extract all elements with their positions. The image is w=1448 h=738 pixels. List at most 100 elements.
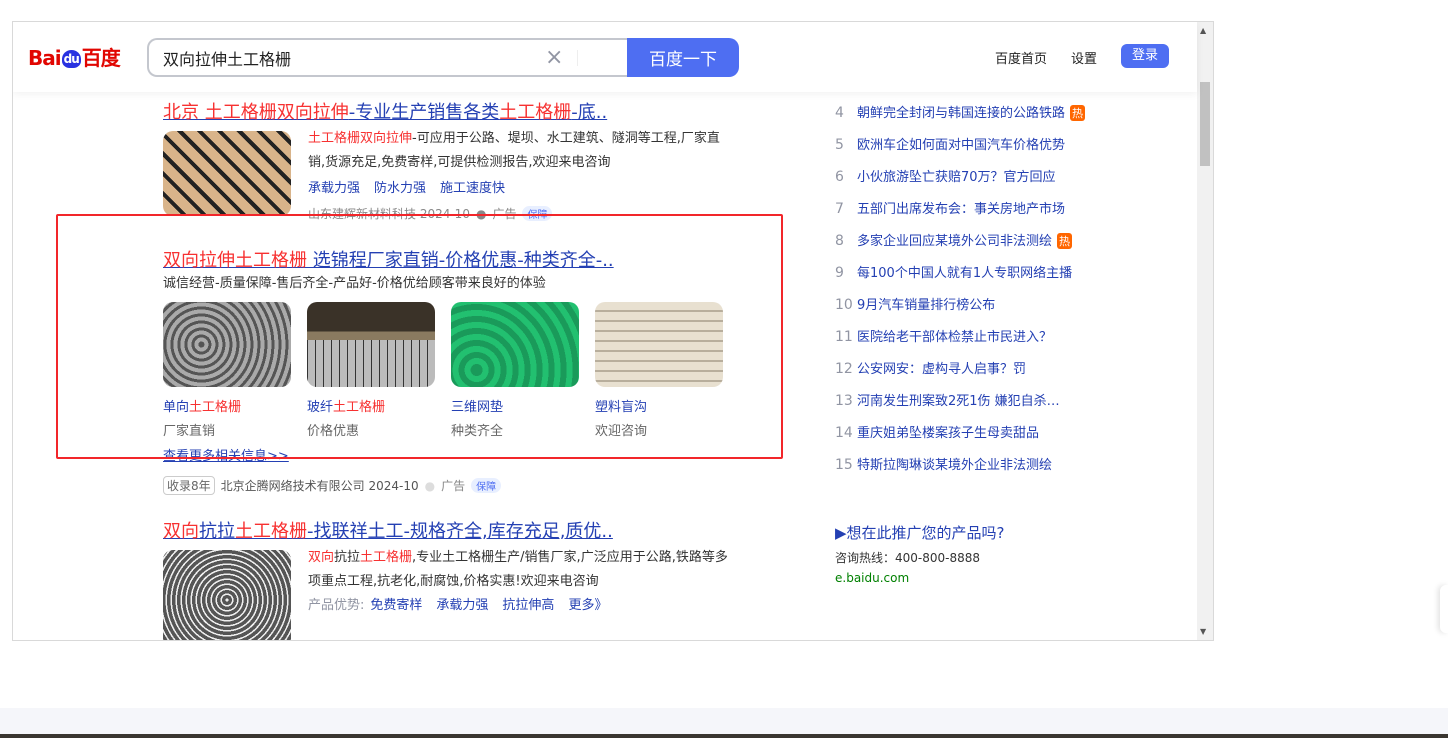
hot-item[interactable]: 5 欧洲车企如何面对中国汽车价格优势	[835, 134, 1065, 153]
product-image[interactable]	[307, 302, 435, 387]
dropdown-icon[interactable]: ●	[425, 479, 435, 493]
hot-item[interactable]: 10 9月汽车销量排行榜公布	[835, 294, 995, 313]
highlight-text: 双向	[308, 550, 335, 565]
highlight-text: 土工格栅	[235, 521, 307, 542]
rank: 5	[835, 137, 844, 153]
login-button[interactable]: 登录	[1121, 44, 1169, 68]
product-name[interactable]: 单向土工格栅	[163, 396, 291, 415]
hot-title[interactable]: 河南发生刑案致2死1伤 嫌犯自杀…	[857, 394, 1060, 409]
sub-link[interactable]: 承载力强	[436, 598, 488, 613]
result-description: 土工格栅双向拉伸-可应用于公路、堤坝、水工建筑、隧洞等工程,厂家直销,货源充足,…	[308, 127, 728, 175]
result-thumbnail[interactable]	[163, 131, 291, 216]
dropdown-icon[interactable]: ●	[476, 207, 486, 221]
floating-tab[interactable]	[1440, 585, 1448, 633]
hot-title[interactable]: 每100个中国人就有1人专职网络主播	[857, 266, 1072, 281]
scrollbar[interactable]: ▲ ▼	[1197, 22, 1213, 640]
text-segment: -底..	[571, 102, 608, 123]
search-button[interactable]: 百度一下	[627, 38, 739, 77]
more-link[interactable]: 更多》	[568, 598, 607, 613]
promo-url[interactable]: e.baidu.com	[835, 571, 1005, 585]
highlight-text: 双向	[163, 521, 199, 542]
product-image[interactable]	[451, 302, 579, 387]
hot-item[interactable]: 8 多家企业回应某境外公司非法测绘热	[835, 230, 1073, 249]
product-image[interactable]	[595, 302, 723, 387]
guarantee-badge[interactable]: 保障	[522, 206, 553, 221]
promo-title[interactable]: ▶想在此推广您的产品吗?	[835, 522, 1005, 543]
product-sub: 厂家直销	[163, 424, 216, 439]
guarantee-badge[interactable]: 保障	[471, 478, 502, 493]
clear-icon[interactable]: ×	[545, 45, 563, 70]
product-card[interactable]: 单向土工格栅厂家直销	[163, 302, 291, 439]
hot-title[interactable]: 医院给老干部体检禁止市民进入？	[857, 330, 1052, 345]
hot-item[interactable]: 13 河南发生刑案致2死1伤 嫌犯自杀…	[835, 390, 1060, 409]
result-title[interactable]: 双向抗拉土工格栅-找联祥土工-规格齐全,库存充足,质优..	[163, 517, 613, 543]
hot-title[interactable]: 五部门出席发布会：事关房地产市场	[857, 202, 1065, 217]
nav-settings-link[interactable]: 设置	[1071, 48, 1097, 67]
highlight-text: 北京 土工格栅双向拉伸	[163, 102, 349, 123]
hot-item[interactable]: 15 特斯拉陶琳谈某境外企业非法测绘	[835, 454, 1052, 473]
scrollbar-thumb[interactable]	[1200, 82, 1210, 166]
nav-home-link[interactable]: 百度首页	[995, 48, 1047, 67]
hot-title[interactable]: 朝鲜完全封闭与韩国连接的公路铁路	[857, 106, 1065, 121]
sub-link[interactable]: 防水力强	[374, 181, 426, 196]
logo-text: 百度	[81, 46, 121, 70]
hot-item[interactable]: 6 小伙旅游坠亡获赔70万？官方回应	[835, 166, 1056, 185]
highlight-text: 土工格栅	[499, 102, 572, 123]
hot-item[interactable]: 12 公安网安：虚构寻人启事？罚	[835, 358, 1026, 377]
result-links: 产品优势: 免费寄样 承载力强 抗拉伸高 更多》	[308, 594, 728, 613]
text-segment: 三维网垫	[451, 400, 504, 415]
links-label: 产品优势:	[308, 598, 365, 613]
product-sub: 欢迎咨询	[595, 424, 648, 439]
product-name[interactable]: 三维网垫	[451, 396, 579, 415]
result-body: 双向抗拉土工格栅,专业土工格栅生产/销售厂家,广泛应用于公路,铁路等多项重点工程…	[308, 546, 728, 613]
search-input[interactable]	[163, 48, 523, 67]
source[interactable]: 北京企腾网络技术有限公司 2024-10	[221, 477, 419, 494]
product-card[interactable]: 玻纤土工格栅价格优惠	[307, 302, 435, 439]
scroll-down-icon[interactable]: ▼	[1200, 627, 1206, 636]
hot-item[interactable]: 4 朝鲜完全封闭与韩国连接的公路铁路热	[835, 102, 1086, 121]
more-info-link[interactable]: 查看更多相关信息>>	[163, 445, 289, 464]
sub-link[interactable]: 承载力强	[308, 181, 360, 196]
hot-title[interactable]: 小伙旅游坠亡获赔70万？官方回应	[857, 170, 1056, 185]
hot-title[interactable]: 欧洲车企如何面对中国汽车价格优势	[857, 138, 1065, 153]
source[interactable]: 山东建辉新材料科技 2024-10	[308, 205, 470, 222]
product-card[interactable]: 塑料盲沟 欢迎咨询	[595, 302, 723, 439]
hot-title[interactable]: 重庆姐弟坠楼案孩子生母卖甜品	[857, 426, 1039, 441]
indexed-badge: 收录8年	[163, 476, 215, 495]
sub-link[interactable]: 免费寄样	[370, 598, 422, 613]
baidu-logo[interactable]: Bai du 百度	[28, 42, 121, 71]
result-title[interactable]: 北京 土工格栅双向拉伸-专业生产销售各类土工格栅-底..	[163, 98, 607, 124]
hot-item[interactable]: 14 重庆姐弟坠楼案孩子生母卖甜品	[835, 422, 1039, 441]
rank: 11	[835, 329, 853, 345]
hot-title[interactable]: 多家企业回应某境外公司非法测绘	[857, 234, 1052, 249]
hot-item[interactable]: 7 五部门出席发布会：事关房地产市场	[835, 198, 1065, 217]
product-image[interactable]	[163, 302, 291, 387]
text-segment: 单向	[163, 400, 190, 415]
rank: 8	[835, 233, 844, 249]
rank: 9	[835, 265, 844, 281]
rank: 6	[835, 169, 844, 185]
sub-link[interactable]: 施工速度快	[440, 181, 505, 196]
rank: 4	[835, 105, 844, 121]
hot-item[interactable]: 9 每100个中国人就有1人专职网络主播	[835, 262, 1072, 281]
product-sub: 价格优惠	[307, 424, 360, 439]
hot-title[interactable]: 特斯拉陶琳谈某境外企业非法测绘	[857, 458, 1052, 473]
result-meta: 山东建辉新材料科技 2024-10 ● 广告 保障	[308, 205, 553, 222]
product-name[interactable]: 塑料盲沟	[595, 396, 723, 415]
product-name[interactable]: 玻纤土工格栅	[307, 396, 435, 415]
text-segment: 塑料盲沟	[595, 400, 648, 415]
scroll-up-icon[interactable]: ▲	[1200, 26, 1206, 35]
product-card[interactable]: 三维网垫 种类齐全	[451, 302, 579, 439]
result-thumbnail[interactable]	[163, 550, 291, 640]
hot-title[interactable]: 9月汽车销量排行榜公布	[857, 298, 995, 313]
hot-title[interactable]: 公安网安：虚构寻人启事？罚	[857, 362, 1026, 377]
paw-icon: du	[61, 50, 81, 68]
desc-highlight: 土工格栅双向拉伸	[308, 131, 413, 146]
hot-item[interactable]: 11 医院给老干部体检禁止市民进入？	[835, 326, 1052, 345]
ad-label: 广告	[441, 479, 466, 493]
result-description: 诚信经营-质量保障-售后齐全-产品好-价格优给顾客带来良好的体验	[163, 276, 546, 291]
sub-link[interactable]: 抗拉伸高	[502, 598, 554, 613]
result-title[interactable]: 双向拉伸土工格栅 选锦程厂家直销-价格优惠-种类齐全-..	[163, 246, 614, 272]
rank: 13	[835, 393, 853, 409]
text-segment: 玻纤	[307, 400, 334, 415]
